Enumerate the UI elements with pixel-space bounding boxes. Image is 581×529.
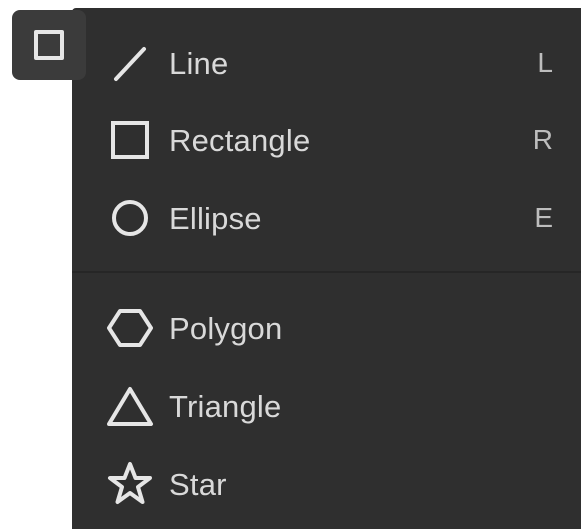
menu-item-polygon[interactable]: Polygon	[72, 293, 581, 363]
line-icon	[106, 39, 154, 87]
menu-item-star[interactable]: Star	[72, 449, 581, 519]
shape-menu: Line L Rectangle R Ellipse E Polygon Tri…	[72, 8, 581, 529]
menu-item-label: Star	[169, 466, 227, 502]
menu-item-triangle[interactable]: Triangle	[72, 371, 581, 441]
menu-item-ellipse[interactable]: Ellipse E	[72, 183, 581, 253]
menu-item-label: Line	[169, 45, 229, 81]
menu-item-rectangle[interactable]: Rectangle R	[72, 105, 581, 175]
star-icon	[106, 460, 154, 508]
shape-tool-button[interactable]	[12, 10, 86, 80]
square-icon	[34, 30, 64, 60]
menu-item-shortcut: L	[537, 47, 553, 78]
triangle-icon	[106, 382, 154, 430]
menu-item-shortcut: R	[532, 124, 553, 155]
menu-divider	[72, 271, 581, 273]
polygon-icon	[106, 304, 154, 352]
menu-item-shortcut: E	[534, 202, 553, 233]
rectangle-icon	[106, 116, 154, 164]
menu-item-label: Triangle	[169, 388, 282, 424]
menu-item-label: Ellipse	[169, 200, 262, 236]
menu-item-line[interactable]: Line L	[72, 28, 581, 98]
shape-tool-stage: Line L Rectangle R Ellipse E Polygon Tri…	[0, 0, 581, 529]
menu-item-label: Polygon	[169, 310, 283, 346]
ellipse-icon	[106, 194, 154, 242]
menu-item-label: Rectangle	[169, 122, 311, 158]
